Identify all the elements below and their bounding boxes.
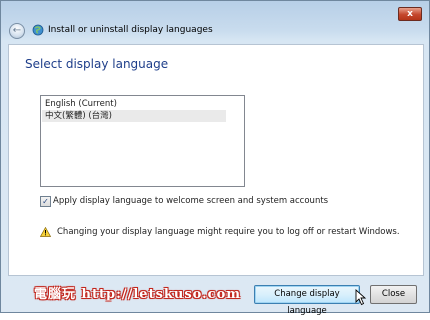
- close-button[interactable]: Close: [370, 285, 417, 304]
- back-button[interactable]: ←: [9, 23, 25, 39]
- language-item-chinese-traditional[interactable]: 中文(繁體) (台灣): [42, 110, 226, 122]
- watermark-text: 電腦玩 http://letskuso.com: [34, 287, 241, 302]
- apply-welcome-checkbox[interactable]: ✓: [40, 196, 51, 207]
- language-list[interactable]: English (Current) 中文(繁體) (台灣): [40, 95, 245, 187]
- window-close-button[interactable]: x: [398, 7, 422, 21]
- warning-text: Changing your display language might req…: [57, 227, 400, 237]
- change-display-language-button[interactable]: Change display language: [254, 285, 360, 316]
- apply-welcome-label[interactable]: Apply display language to welcome screen…: [53, 196, 328, 206]
- page-heading: Select display language: [25, 57, 169, 71]
- back-arrow-icon: ←: [12, 25, 22, 36]
- language-item-english[interactable]: English (Current): [42, 98, 226, 110]
- warning-triangle-icon: [40, 227, 51, 237]
- globe-icon: [32, 24, 44, 36]
- mouse-pointer-icon: [355, 289, 367, 306]
- window-title: Install or uninstall display languages: [48, 25, 213, 35]
